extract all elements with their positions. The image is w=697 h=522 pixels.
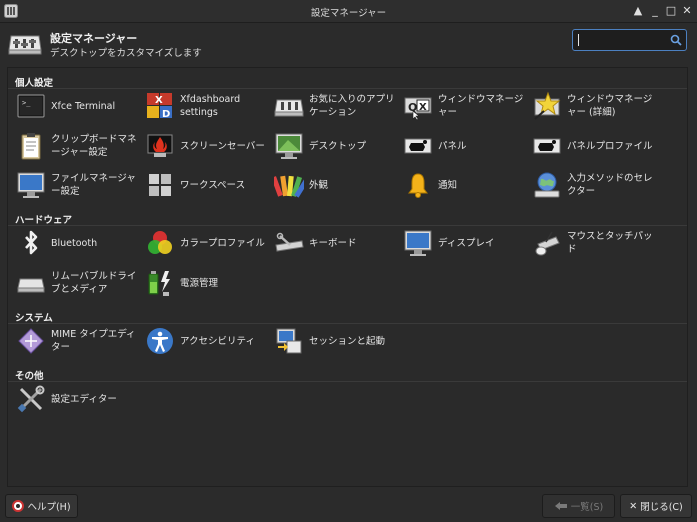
- svg-text:Q: Q: [408, 101, 417, 114]
- item-window-manager[interactable]: Q X ウィンドウマネージャー: [403, 88, 531, 124]
- minimize-button[interactable]: _: [648, 4, 662, 18]
- settings-list: 個人設定 >_ Xfce Terminal X D Xfdashboard se…: [7, 67, 688, 487]
- window-manager-icon: Q X: [404, 97, 432, 121]
- item-notifications[interactable]: 通知: [403, 167, 531, 203]
- session-startup-icon: [276, 328, 302, 354]
- item-panel[interactable]: パネル: [403, 128, 531, 164]
- item-input-method[interactable]: 入力メソッドのセレクター: [532, 167, 660, 203]
- settings-editor-icon: [17, 385, 45, 413]
- text-caret: [578, 34, 579, 46]
- item-session-startup[interactable]: セッションと起動: [274, 323, 402, 359]
- item-removable-drives[interactable]: リムーバブルドライブとメディア: [16, 265, 144, 301]
- xfdashboard-icon: X D: [147, 93, 172, 120]
- item-keyboard[interactable]: キーボード: [274, 225, 402, 261]
- panel-icon: [404, 138, 432, 154]
- svg-text:X: X: [419, 102, 427, 113]
- item-bluetooth[interactable]: Bluetooth: [16, 225, 144, 261]
- accessibility-icon: [147, 328, 173, 354]
- arrow-left-icon: [554, 502, 567, 510]
- item-mime-editor[interactable]: MIME タイプエディター: [16, 323, 144, 359]
- bell-icon: [408, 173, 428, 198]
- item-appearance[interactable]: 外観: [274, 167, 402, 203]
- category-other: その他: [15, 371, 44, 382]
- item-screensaver[interactable]: スクリーンセーバー: [145, 128, 273, 164]
- close-x-icon: ✕: [629, 500, 638, 512]
- maximize-button[interactable]: □: [664, 4, 678, 18]
- item-color-profiles[interactable]: カラープロファイル: [145, 225, 273, 261]
- mouse-touchpad-icon: [535, 231, 560, 256]
- header-title: 設定マネージャー: [50, 32, 138, 45]
- item-accessibility[interactable]: アクセシビリティ: [145, 323, 273, 359]
- terminal-icon: >_: [17, 94, 45, 118]
- panel-profiles-icon: [533, 138, 561, 154]
- category-personal: 個人設定: [15, 78, 54, 89]
- item-xfce-terminal[interactable]: >_ Xfce Terminal: [16, 88, 144, 124]
- item-favorite-apps[interactable]: お気に入りのアプリケーション: [274, 88, 402, 124]
- color-profiles-icon: [148, 231, 172, 254]
- clipboard-icon: [21, 133, 41, 160]
- item-window-manager-tweaks[interactable]: ウィンドウマネージャー (詳細): [532, 88, 660, 124]
- item-panel-profiles[interactable]: パネルプロファイル: [532, 128, 660, 164]
- svg-text:X: X: [155, 95, 163, 106]
- shade-up-icon[interactable]: ▲: [631, 4, 645, 18]
- item-workspaces[interactable]: ワークスペース: [145, 167, 273, 203]
- removable-drive-icon: [17, 278, 45, 293]
- svg-text:>_: >_: [22, 99, 31, 107]
- close-button[interactable]: ✕ 閉じる(C): [620, 494, 692, 518]
- item-power-manager[interactable]: 電源管理: [145, 265, 273, 301]
- all-settings-button[interactable]: 一覧(S): [542, 494, 615, 518]
- help-lifebuoy-icon: [12, 500, 25, 512]
- screensaver-icon: [147, 134, 173, 157]
- help-button[interactable]: ヘルプ(H): [5, 494, 78, 518]
- item-display[interactable]: ディスプレイ: [403, 225, 531, 261]
- display-icon: [404, 230, 432, 256]
- search-icon[interactable]: [670, 34, 682, 46]
- item-settings-editor[interactable]: 設定エディター: [16, 381, 144, 417]
- title-bar: 設定マネージャー ▲ _ □ ✕: [0, 0, 697, 23]
- search-input[interactable]: [572, 29, 687, 51]
- workspaces-icon: [149, 174, 171, 196]
- keyboard-icon: [275, 232, 304, 252]
- appearance-icon: [274, 175, 304, 198]
- close-window-button[interactable]: ✕: [680, 4, 694, 18]
- window-title: 設定マネージャー: [310, 8, 387, 19]
- item-file-manager[interactable]: ファイルマネージャー設定: [16, 167, 144, 203]
- file-manager-icon: [17, 172, 45, 198]
- header-subtitle: デスクトップをカスタマイズします: [50, 48, 202, 59]
- item-mouse-touchpad[interactable]: マウスとタッチパッド: [532, 225, 660, 261]
- item-desktop[interactable]: デスクトップ: [274, 128, 402, 164]
- settings-manager-icon: [8, 35, 42, 55]
- power-manager-icon: [148, 271, 170, 296]
- mime-editor-icon: [18, 328, 44, 354]
- window-manager-tweaks-icon: [534, 91, 561, 120]
- bluetooth-icon: [25, 230, 38, 255]
- desktop-icon: [275, 133, 303, 159]
- footer: ヘルプ(H) 一覧(S) ✕ 閉じる(C): [0, 490, 697, 522]
- item-xfdashboard[interactable]: X D Xfdashboard settings: [145, 88, 273, 124]
- item-clipboard-manager[interactable]: クリップボードマネージャー設定: [16, 128, 144, 164]
- input-method-icon: [534, 172, 560, 198]
- favorite-apps-icon: [274, 99, 304, 117]
- category-system: システム: [15, 313, 53, 324]
- category-hardware: ハードウェア: [15, 215, 73, 226]
- svg-text:D: D: [162, 109, 170, 120]
